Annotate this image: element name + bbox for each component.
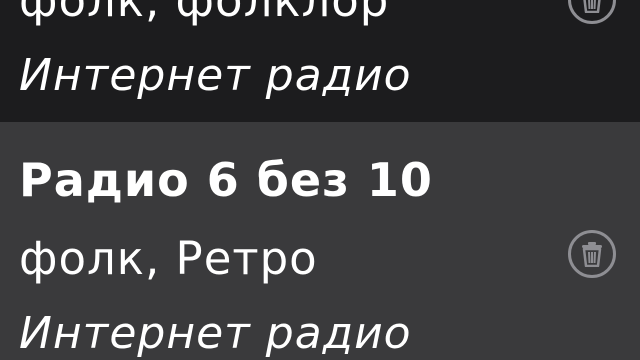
delete-station-button[interactable] bbox=[568, 230, 616, 278]
station-type: Интернет радио bbox=[19, 50, 412, 101]
trash-icon bbox=[582, 242, 602, 267]
station-genre: фолк, фолклор bbox=[19, 0, 390, 27]
station-type: Интернет радио bbox=[19, 308, 412, 359]
station-row[interactable]: Радио 6 без 10 фолк, Ретро Интернет ради… bbox=[0, 122, 640, 360]
station-title: Радио 6 без 10 bbox=[19, 153, 433, 207]
trash-icon bbox=[583, 0, 601, 13]
station-list: фолк, фолклор Интернет радио Радио 6 без… bbox=[0, 0, 640, 360]
delete-station-button[interactable] bbox=[568, 0, 616, 24]
station-row[interactable]: фолк, фолклор Интернет радио bbox=[0, 0, 640, 122]
station-genre: фолк, Ретро bbox=[19, 232, 318, 285]
